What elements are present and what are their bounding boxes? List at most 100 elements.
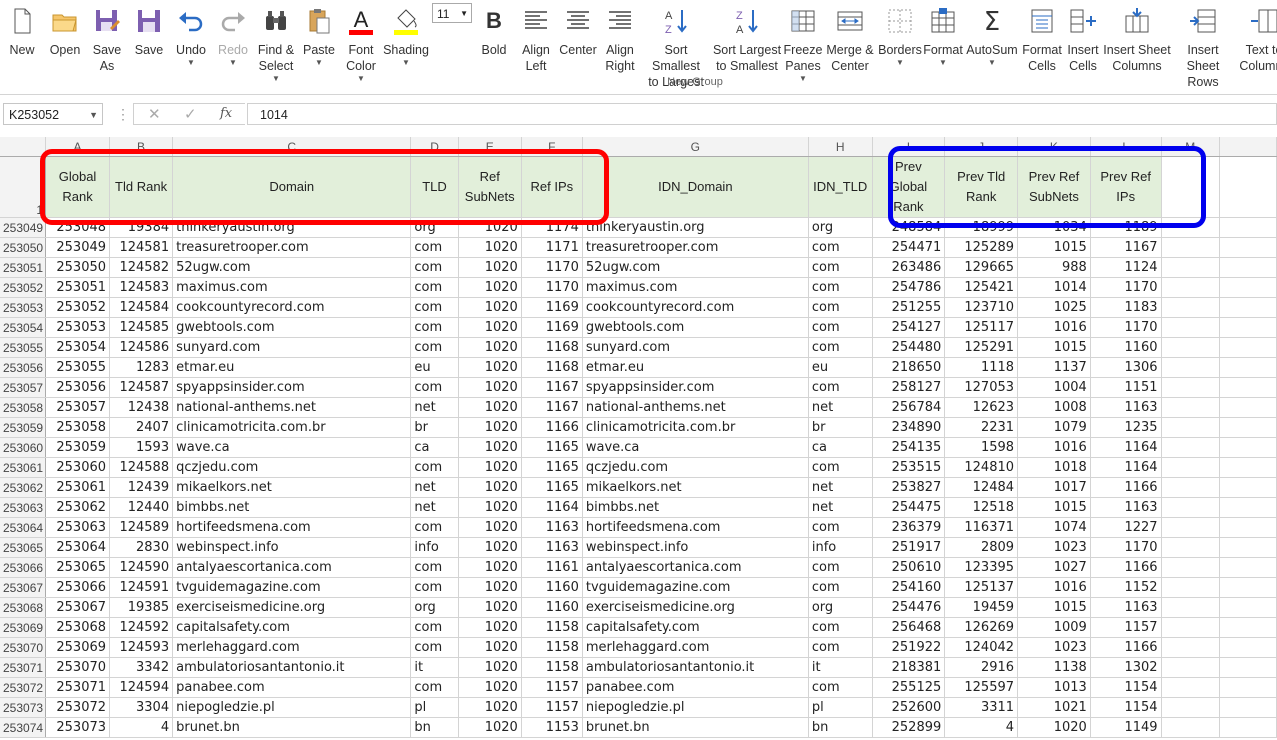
cell[interactable]: thinkeryaustin.org (582, 217, 809, 238)
row-header[interactable]: 253072 (0, 677, 47, 698)
cell[interactable]: 1015 (1017, 237, 1091, 258)
cell[interactable]: merlehaggard.com (172, 637, 412, 658)
cell[interactable]: cookcountyrecord.com (582, 297, 809, 318)
cell[interactable]: com (808, 517, 873, 538)
bold-button[interactable]: B Bold (474, 0, 514, 90)
cell[interactable]: 1018 (1017, 457, 1091, 478)
cell[interactable]: 3304 (109, 697, 174, 718)
header-cell[interactable]: IDN_TLD (808, 156, 873, 218)
cell[interactable]: com (808, 257, 873, 278)
cell[interactable]: 1020 (458, 637, 522, 658)
cell[interactable]: gwebtools.com (172, 317, 412, 338)
cell[interactable]: 253060 (45, 457, 111, 478)
cell[interactable]: 1008 (1017, 397, 1091, 418)
row-header[interactable]: 253061 (0, 457, 47, 478)
cell[interactable] (1161, 517, 1220, 538)
cell[interactable]: niepogledzie.pl (172, 697, 412, 718)
cell[interactable]: 1074 (1017, 517, 1091, 538)
cell[interactable]: 253061 (45, 477, 111, 498)
cell[interactable]: 124586 (109, 337, 174, 358)
row-header[interactable]: 253070 (0, 637, 47, 658)
name-box[interactable]: K253052 ▼ (3, 103, 103, 125)
cell[interactable]: net (808, 397, 873, 418)
select-all-corner[interactable] (0, 137, 47, 157)
cell[interactable]: com (410, 577, 459, 598)
row-header[interactable]: 253053 (0, 297, 47, 318)
cell[interactable]: 1020 (458, 237, 522, 258)
cell[interactable]: com (808, 337, 873, 358)
cell[interactable]: com (410, 677, 459, 698)
check-icon[interactable]: ✓ (184, 105, 197, 123)
cell[interactable]: etmar.eu (172, 357, 412, 378)
cell[interactable]: 12484 (944, 477, 1019, 498)
cell[interactable]: 1020 (458, 577, 522, 598)
cell[interactable]: 12439 (109, 477, 174, 498)
cell[interactable]: 251255 (872, 297, 946, 318)
cell[interactable]: com (808, 677, 873, 698)
cell[interactable]: 124582 (109, 257, 174, 278)
cell[interactable]: 2916 (944, 657, 1019, 678)
cell[interactable] (1161, 557, 1220, 578)
row-header[interactable]: 253064 (0, 517, 47, 538)
cell[interactable]: 253065 (45, 557, 111, 578)
cell[interactable]: 124593 (109, 637, 174, 658)
cell[interactable] (1219, 517, 1277, 538)
cell[interactable]: 1166 (1090, 477, 1162, 498)
cell[interactable]: 1168 (521, 357, 583, 378)
cell[interactable]: mikaelkors.net (582, 477, 809, 498)
cell[interactable]: 125137 (944, 577, 1019, 598)
cell[interactable] (1161, 277, 1220, 298)
cell[interactable]: 1079 (1017, 417, 1091, 438)
cell[interactable]: clinicamotricita.com.br (582, 417, 809, 438)
cell[interactable] (1219, 297, 1277, 318)
more-options-icon[interactable]: ⋮ (116, 106, 130, 123)
cell[interactable]: sunyard.com (172, 337, 412, 358)
cell[interactable]: webinspect.info (582, 537, 809, 558)
cell[interactable]: 1169 (521, 317, 583, 338)
cell[interactable]: 1020 (458, 397, 522, 418)
cell[interactable] (1161, 437, 1220, 458)
cell[interactable]: 1598 (944, 437, 1019, 458)
cell[interactable]: 1164 (1090, 457, 1162, 478)
cell[interactable]: 988 (1017, 257, 1091, 278)
cell[interactable]: clinicamotricita.com.br (172, 417, 412, 438)
cell[interactable]: 124594 (109, 677, 174, 698)
cell[interactable]: 218381 (872, 657, 946, 678)
row-header[interactable]: 253068 (0, 597, 47, 618)
cell[interactable]: bimbbs.net (172, 497, 412, 518)
cell[interactable] (1161, 377, 1220, 398)
align-left-button[interactable]: Align Left (516, 0, 556, 90)
cell[interactable]: 1020 (458, 557, 522, 578)
cell[interactable]: 19459 (944, 597, 1019, 618)
save-as-button[interactable]: Save As (86, 0, 128, 90)
cell[interactable]: 253827 (872, 477, 946, 498)
cell[interactable]: 254160 (872, 577, 946, 598)
cell[interactable]: 1009 (1017, 617, 1091, 638)
cell[interactable]: 124590 (109, 557, 174, 578)
shading-button[interactable]: Shading ▼ (382, 0, 430, 90)
cell[interactable]: 1166 (1090, 557, 1162, 578)
cell[interactable]: webinspect.info (172, 537, 412, 558)
cell[interactable]: 1164 (1090, 437, 1162, 458)
cell[interactable] (1219, 637, 1277, 658)
cell[interactable]: bn (410, 717, 459, 738)
cell[interactable]: national-anthems.net (172, 397, 412, 418)
cell[interactable] (1219, 457, 1277, 478)
font-color-button[interactable]: A Font Color ▼ (340, 0, 382, 90)
cell[interactable] (1161, 677, 1220, 698)
cell[interactable]: 1020 (458, 277, 522, 298)
cell[interactable]: 1165 (521, 457, 583, 478)
row-header[interactable]: 253056 (0, 357, 47, 378)
cell[interactable]: 1158 (521, 657, 583, 678)
cell[interactable]: 124588 (109, 457, 174, 478)
row-header[interactable]: 253050 (0, 237, 47, 258)
cell[interactable]: eu (808, 357, 873, 378)
cell[interactable]: 1020 (458, 697, 522, 718)
cell[interactable]: 1160 (521, 597, 583, 618)
cell[interactable]: national-anthems.net (582, 397, 809, 418)
insert-sheet-rows-button[interactable]: Insert Sheet Rows (1172, 0, 1234, 90)
cell[interactable]: 254471 (872, 237, 946, 258)
format-cells-button[interactable]: Format Cells (1022, 0, 1062, 90)
cell[interactable]: com (410, 377, 459, 398)
cell[interactable]: 1167 (1090, 237, 1162, 258)
